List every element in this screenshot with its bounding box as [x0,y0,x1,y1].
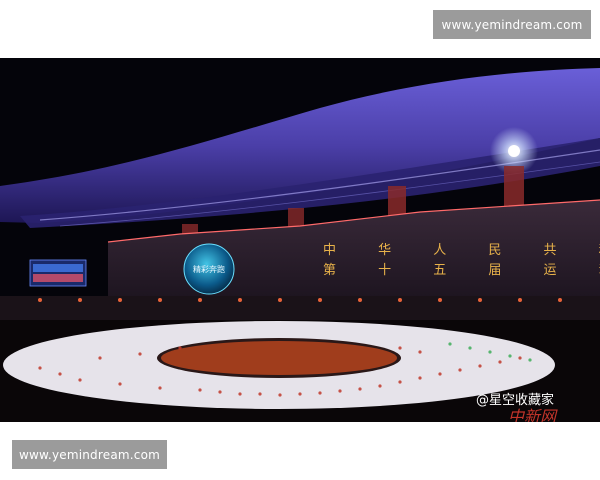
credit-text: @星空收藏家 [476,392,554,408]
bottom-watermark-badge: www.yemindream.com [12,440,167,469]
bottom-watermark-text: www.yemindream.com [18,447,161,462]
globe-text: 精彩奔跑 [193,264,225,274]
banner-line-2: 第 十 五 届 运 动 会 [323,263,600,278]
stadium-photo: 精彩奔跑 中 华 人 民 共 和 国 第 十 五 届 运 动 会 [0,58,600,422]
top-watermark-text: www.yemindream.com [441,17,583,32]
banner-line-1: 中 华 人 民 共 和 国 [323,243,600,258]
left-screen [29,259,87,287]
credit-partial: 中新网 [508,407,558,422]
globe-screen: 精彩奔跑 [183,243,235,295]
top-watermark-badge: www.yemindream.com [433,10,591,39]
